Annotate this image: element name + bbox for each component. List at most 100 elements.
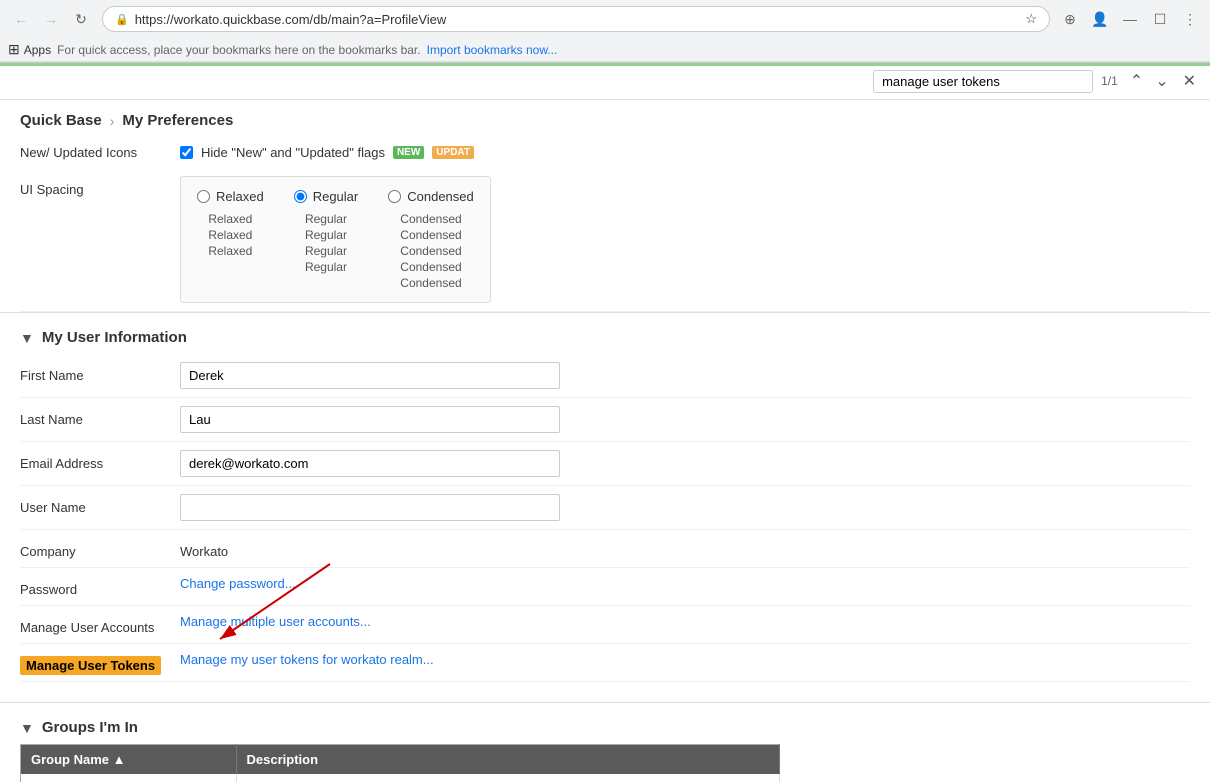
spacing-regular-demo: Regular Regular Regular Regular [305,212,347,274]
username-label: User Name [20,494,180,515]
search-close-button[interactable]: ✕ [1177,69,1202,93]
nav-buttons: ← → ↻ [8,6,94,32]
ui-spacing-label: UI Spacing [20,176,180,197]
email-input[interactable] [180,450,560,477]
username-row: User Name [20,486,1190,530]
search-overlay: 1/1 ⌃ ⌄ ✕ [0,63,1210,100]
maximize-button[interactable]: ☐ [1148,7,1172,31]
profile-button[interactable]: 👤 [1088,7,1112,31]
bookmark-hint: For quick access, place your bookmarks h… [57,43,421,57]
import-bookmarks-link[interactable]: Import bookmarks now... [427,43,558,57]
first-name-input[interactable] [180,362,560,389]
email-row: Email Address [20,442,1190,486]
search-count: 1/1 [1101,74,1118,88]
spacing-relaxed-label: Relaxed [216,189,264,204]
apps-label: Apps [24,43,51,57]
user-info-form: First Name Last Name Email Address User … [0,354,1210,702]
page-content: Quick Base › My Preferences New/ Updated… [0,100,1210,782]
email-label: Email Address [20,450,180,471]
groups-section: Group Name ▲ Description @workato.com Al… [0,744,1210,782]
breadcrumb-separator: › [110,113,115,129]
company-row: Company Workato [20,530,1190,568]
last-name-row: Last Name [20,398,1190,442]
new-updated-label: New/ Updated Icons [20,145,180,160]
user-info-toggle[interactable]: ▼ [20,330,34,346]
username-value [180,494,1190,521]
new-updated-section: New/ Updated Icons Hide "New" and "Updat… [0,137,1210,312]
spacing-regular-radio[interactable] [294,190,307,203]
groups-title: Groups I'm In [42,719,138,736]
reload-button[interactable]: ↻ [68,6,94,32]
manage-tokens-label: Manage User Tokens [20,652,180,673]
ui-spacing-row: UI Spacing Relaxed Relaxed Relaxed Relax… [20,168,1190,312]
last-name-input[interactable] [180,406,560,433]
manage-tokens-link[interactable]: Manage my user tokens for workato realm.… [180,652,434,667]
group-name-cell: @workato.com [21,774,237,782]
breadcrumb-app: Quick Base [20,112,102,129]
new-updated-value: Hide "New" and "Updated" flags NEW UPDAT [180,145,474,160]
bookmarks-bar: ⊞ Apps For quick access, place your book… [0,38,1210,62]
apps-grid-icon: ⊞ [8,41,20,58]
browser-chrome: ← → ↻ 🔒 https://workato.quickbase.com/db… [0,0,1210,63]
ui-spacing-options: Relaxed Relaxed Relaxed Relaxed Regular [180,176,1190,303]
updated-badge: UPDAT [432,146,474,159]
groups-toggle[interactable]: ▼ [20,720,34,736]
search-next-button[interactable]: ⌄ [1151,69,1172,93]
spacing-regular-label: Regular [313,189,359,204]
manage-accounts-label: Manage User Accounts [20,614,180,635]
user-info-title: My User Information [42,329,187,346]
secure-icon: 🔒 [115,13,129,26]
first-name-value [180,362,1190,389]
manage-tokens-row: Manage User Tokens Manage my user tokens… [20,644,1190,682]
address-bar[interactable]: 🔒 https://workato.quickbase.com/db/main?… [102,6,1050,32]
group-name-header: Group Name ▲ [21,745,237,775]
browser-actions: ⊕ 👤 — ☐ ⋮ [1058,7,1202,31]
spacing-relaxed: Relaxed Relaxed Relaxed Relaxed [197,189,264,290]
new-updated-row: New/ Updated Icons Hide "New" and "Updat… [20,137,1190,168]
breadcrumb-page: My Preferences [122,112,233,129]
back-button[interactable]: ← [8,6,34,32]
spacing-condensed-demo: Condensed Condensed Condensed Condensed … [400,212,461,290]
star-icon[interactable]: ☆ [1025,11,1037,27]
last-name-value [180,406,1190,433]
new-badge: NEW [393,146,424,159]
table-row: @workato.com All users with an email add… [21,774,780,782]
url-text: https://workato.quickbase.com/db/main?a=… [135,12,1020,27]
spacing-relaxed-demo: Relaxed Relaxed Relaxed [208,212,252,258]
extensions-button[interactable]: ⊕ [1058,7,1082,31]
groups-table: Group Name ▲ Description @workato.com Al… [20,744,780,782]
change-password-link[interactable]: Change password... [180,576,296,591]
password-label: Password [20,576,180,597]
group-description-cell: All users with an email address in worka… [236,774,779,782]
search-prev-button[interactable]: ⌃ [1126,69,1147,93]
group-description-header: Description [236,745,779,775]
spacing-regular: Regular Regular Regular Regular Regular [294,189,359,290]
find-in-page-input[interactable] [873,70,1093,93]
minimize-button[interactable]: — [1118,7,1142,31]
manage-tokens-highlight: Manage User Tokens [20,656,161,675]
hide-flags-checkbox[interactable] [180,146,193,159]
password-row: Password Change password... [20,568,1190,606]
spacing-condensed: Condensed Condensed Condensed Condensed … [388,189,474,290]
spacing-relaxed-radio[interactable] [197,190,210,203]
page-header: Quick Base › My Preferences [0,100,1210,137]
manage-tokens-value: Manage my user tokens for workato realm.… [180,652,1190,667]
apps-button[interactable]: ⊞ Apps [8,41,51,58]
spacing-condensed-label: Condensed [407,189,474,204]
first-name-label: First Name [20,362,180,383]
forward-button[interactable]: → [38,6,64,32]
manage-accounts-value: Manage multiple user accounts... [180,614,1190,629]
manage-accounts-link[interactable]: Manage multiple user accounts... [180,614,371,629]
company-label: Company [20,538,180,559]
username-input[interactable] [180,494,560,521]
company-value: Workato [180,538,1190,559]
last-name-label: Last Name [20,406,180,427]
spacing-condensed-radio[interactable] [388,190,401,203]
user-info-section-header: ▼ My User Information [0,312,1210,354]
browser-toolbar: ← → ↻ 🔒 https://workato.quickbase.com/db… [0,0,1210,38]
menu-button[interactable]: ⋮ [1178,7,1202,31]
manage-accounts-row: Manage User Accounts Manage multiple use… [20,606,1190,644]
first-name-row: First Name [20,354,1190,398]
hide-flags-label: Hide "New" and "Updated" flags [201,145,385,160]
groups-section-header: ▼ Groups I'm In [0,702,1210,744]
